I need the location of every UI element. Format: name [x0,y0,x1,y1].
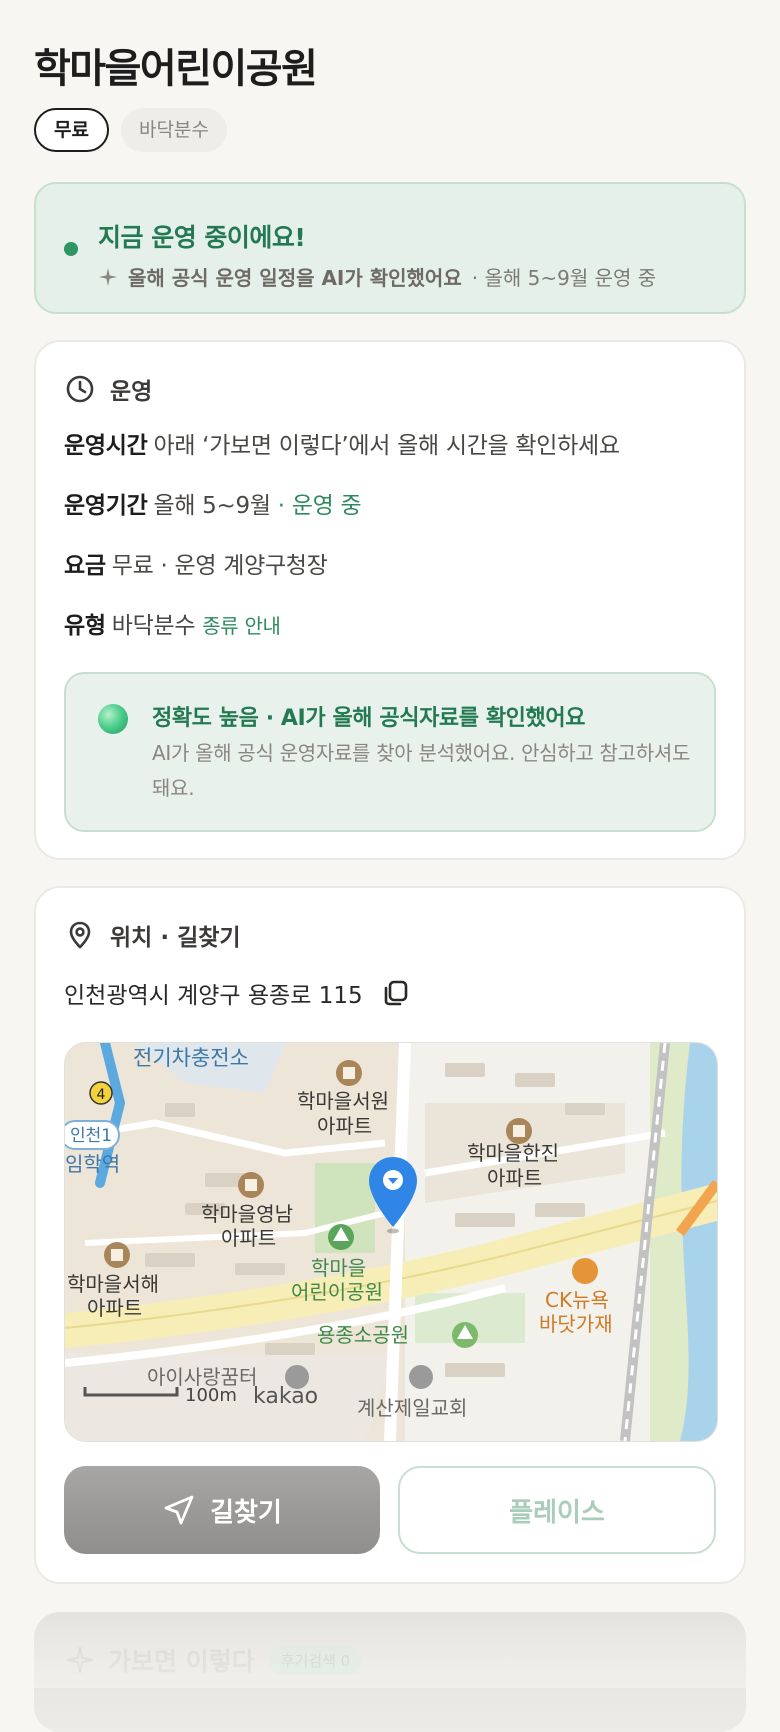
row-fee-value: 무료 · 운영 계양구청장 [111,553,328,579]
operation-card: 운영 운영시간 아래 ‘가보면 이렇다’에서 올해 시간을 확인하세요 운영기간 올… [34,340,746,860]
map-brand-logo: kakao [253,1384,318,1409]
status-note: 올해 공식 운영 일정을 AI가 확인했어요 [128,266,462,290]
map-label-yongjong: 용종소공원 [317,1323,409,1347]
tag-chips: 무료 바닥분수 [34,108,227,152]
status-dot-icon [64,242,78,256]
row-type-key: 유형 [64,613,106,639]
row-period: 운영기간 올해 5~9월 · 운영 중 [64,486,362,520]
map-label-yeongnam-1: 학마을영남 [201,1202,293,1226]
place-button[interactable]: 플레이스 [398,1466,716,1554]
map-label-ck-2: 바닷가재 [539,1312,613,1336]
map-label-park-1: 학마을 [311,1256,366,1280]
operation-heading-label: 운영 [110,379,153,405]
location-card: 위치 · 길찾기 인천광역시 계양구 용종로 115 전기차충전소 학마을서원 … [34,886,746,1584]
row-period-status: · 운영 중 [277,493,362,519]
row-fee-key: 요금 [64,553,106,579]
ai-accuracy-box: 정확도 높음 · AI가 올해 공식자료를 확인했어요 AI가 올해 공식 운영… [64,672,716,832]
clock-icon [66,375,94,403]
map-label-hanjin-1: 학마을한진 [467,1141,559,1165]
reviews-heading: 가보면 이렇다 후기검색 0 [66,1642,363,1678]
route-button-label: 길찾기 [210,1497,282,1528]
map-label-seowon-2: 아파트 [317,1114,372,1138]
status-subline: 올해 공식 운영 일정을 AI가 확인했어요 · 올해 5~9월 운영 중 [98,262,656,291]
row-fee: 요금 무료 · 운영 계양구청장 [64,546,328,580]
row-hours-key: 운영시간 [64,433,148,459]
row-period-key: 운영기간 [64,493,148,519]
copy-icon[interactable] [381,978,411,1008]
chip-free[interactable]: 무료 [34,108,109,152]
navigation-arrow-icon [164,1495,194,1525]
operation-heading: 운영 [64,372,152,406]
map-label-church: 계산제일교회 [357,1396,467,1420]
ai-accuracy-title: 정확도 높음 · AI가 올해 공식자료를 확인했어요 [152,706,586,731]
map-label-ck-1: CK뉴욕 [545,1288,609,1312]
row-type-value: 바닥분수 [111,613,196,639]
place-button-label: 플레이스 [509,1497,605,1528]
address-row: 인천광역시 계양구 용종로 115 [64,976,411,1010]
map-label-seohae-2: 아파트 [87,1296,142,1320]
ai-accuracy-desc: AI가 올해 공식 운영자료를 찾아 분석했어요. 안심하고 참고하셔도 돼요. [152,741,691,800]
status-period: · 올해 5~9월 운영 중 [471,266,657,290]
map-pin-icon [69,921,91,949]
address-text: 인천광역시 계양구 용종로 115 [64,983,363,1009]
reviews-heading-label: 가보면 이렇다 [108,1647,255,1676]
map-view[interactable]: 전기차충전소 학마을서원 아파트 학마을한진 아파트 학마을영남 아파트 학마을… [64,1042,718,1442]
sparkle-icon [67,1647,93,1673]
map-label-ev: 전기차충전소 [133,1046,249,1070]
map-scale-label: 100m [185,1385,237,1406]
sparkle-icon [99,267,117,286]
map-label-seohae-1: 학마을서해 [67,1272,159,1296]
location-heading-label: 위치 · 길찾기 [110,925,241,951]
map-station-label: 임학역 [65,1152,120,1176]
route-button[interactable]: 길찾기 [64,1466,380,1554]
map-line-number: 4 [97,1087,106,1103]
row-hours: 운영시간 아래 ‘가보면 이렇다’에서 올해 시간을 확인하세요 [64,426,620,460]
page-title: 학마을어린이공원 [34,46,318,92]
status-card: 지금 운영 중이에요! 올해 공식 운영 일정을 AI가 확인했어요 · 올해 … [34,182,746,314]
map-canvas[interactable]: 전기차충전소 학마을서원 아파트 학마을한진 아파트 학마을영남 아파트 학마을… [65,1043,717,1441]
type-guide-link[interactable]: 종류 안내 [202,614,281,638]
location-heading: 위치 · 길찾기 [64,918,241,952]
row-type: 유형 바닥분수 종류 안내 [64,606,281,640]
ai-orb-icon [98,704,128,734]
row-period-value: 올해 5~9월 [153,493,271,519]
map-label-seowon-1: 학마을서원 [297,1089,389,1113]
map-label-hanjin-2: 아파트 [487,1166,542,1190]
map-label-park-2: 어린이공원 [291,1280,383,1304]
status-title: 지금 운영 중이에요! [98,223,306,252]
row-hours-value: 아래 ‘가보면 이렇다’에서 올해 시간을 확인하세요 [153,433,620,459]
map-station-badge: 인천1 [70,1126,112,1146]
chip-fountain[interactable]: 바닥분수 [120,108,227,152]
reviews-count-badge: 후기검색 0 [268,1645,363,1675]
map-label-yeongnam-2: 아파트 [221,1226,276,1250]
reviews-card[interactable]: 가보면 이렇다 후기검색 0 [34,1612,746,1732]
